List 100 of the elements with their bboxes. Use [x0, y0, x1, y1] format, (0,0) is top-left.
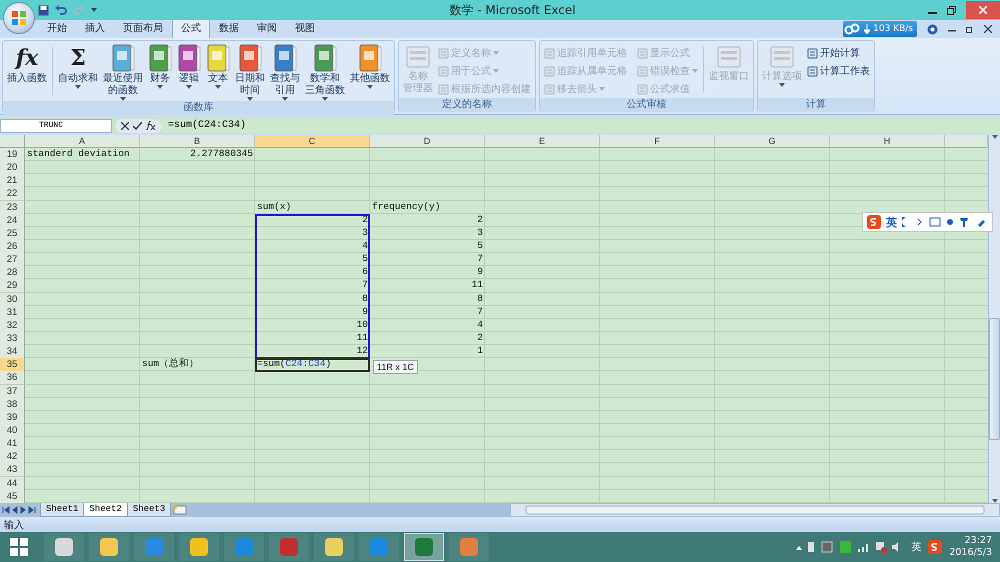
ribbon-button[interactable]: 最近使用 的函数	[101, 43, 145, 101]
sheet-tab[interactable]: Sheet1	[40, 503, 84, 517]
table-cell-text: 7	[476, 306, 484, 319]
caret-icon	[91, 8, 97, 12]
tool-icon	[438, 84, 449, 94]
app-icon	[144, 537, 164, 557]
row-header[interactable]: 22	[0, 187, 25, 202]
app-icon	[279, 537, 299, 557]
ribbon-tab[interactable]: 公式	[172, 18, 210, 38]
column-header[interactable]: C	[255, 135, 370, 148]
row-header[interactable]: 27	[0, 253, 25, 268]
row-header[interactable]: 20	[0, 161, 25, 176]
ribbon-button[interactable]: 日期和 时间	[233, 43, 267, 101]
row-header[interactable]: 36	[0, 371, 25, 386]
ribbon-button[interactable]: 其他函数	[348, 43, 392, 89]
column-header[interactable]: B	[140, 135, 255, 148]
restore-icon[interactable]	[947, 6, 956, 14]
row-header[interactable]: 21	[0, 174, 25, 188]
row-header[interactable]: 33	[0, 332, 25, 346]
ribbon-button[interactable]: 数学和 三角函数	[303, 43, 347, 101]
taskbar-app[interactable]	[404, 533, 444, 561]
save-icon[interactable]	[38, 4, 49, 16]
row-header[interactable]: 28	[0, 266, 25, 280]
cloud-icon	[843, 21, 862, 37]
check-icon[interactable]	[133, 122, 142, 130]
ribbon-tab[interactable]: 页面布局	[114, 18, 172, 38]
row-header[interactable]: 26	[0, 240, 25, 254]
taskbar-app[interactable]	[179, 533, 219, 561]
sheet-tab[interactable]: Sheet3	[126, 503, 172, 517]
vertical-scrollbar[interactable]	[988, 135, 1000, 503]
ribbon-tab[interactable]: 审阅	[248, 18, 286, 38]
cancel-icon[interactable]	[121, 122, 129, 130]
ribbon-button[interactable]: 文本	[204, 43, 232, 89]
ribbon-button[interactable]: 财务	[146, 43, 174, 89]
column-header[interactable]: E	[485, 135, 600, 148]
column-header[interactable]: H	[830, 135, 945, 148]
insert-function-icon[interactable]	[146, 121, 156, 130]
row-header[interactable]: 24	[0, 214, 25, 228]
ribbon-tab[interactable]: 数据	[210, 18, 248, 38]
row-header[interactable]: 45	[0, 490, 25, 504]
taskbar-app[interactable]	[314, 533, 354, 561]
row-header[interactable]: 34	[0, 345, 25, 360]
group-label: 定义的名称	[399, 98, 535, 112]
close-button[interactable]	[966, 1, 1000, 19]
row-header[interactable]: 40	[0, 424, 25, 438]
sheet-tab[interactable]: Sheet2	[83, 503, 128, 517]
tool-icon	[807, 66, 818, 76]
input-method-icon[interactable]	[928, 540, 942, 554]
ribbon-button[interactable]: fx 插入函数	[5, 43, 49, 85]
close-icon[interactable]	[984, 25, 992, 33]
language-indicator[interactable]: 英	[886, 214, 897, 230]
formula-field[interactable]: =sum(C24:C34)	[162, 118, 1000, 132]
ribbon-button[interactable]: Σ 自动求和	[56, 43, 100, 89]
row-header[interactable]: 31	[0, 306, 25, 320]
restore-icon[interactable]	[966, 25, 974, 33]
status-mode: 输入	[4, 518, 24, 532]
tool-icon	[544, 48, 555, 58]
row-header[interactable]: 39	[0, 410, 25, 425]
horizontal-scrollbar[interactable]	[510, 503, 1000, 517]
office-button[interactable]	[3, 2, 35, 34]
row-header[interactable]: 30	[0, 292, 25, 307]
row-header[interactable]: 38	[0, 398, 25, 412]
ribbon-button[interactable]: 计算工作表	[805, 62, 872, 80]
name-box[interactable]: TRUNC	[0, 118, 112, 132]
row-header[interactable]: 32	[0, 318, 25, 333]
row-header[interactable]: 42	[0, 450, 25, 464]
table-cell: 2	[255, 214, 370, 228]
ribbon-tab[interactable]: 开始	[38, 18, 76, 38]
ribbon-tab[interactable]: 视图	[286, 18, 324, 38]
column-header[interactable]: F	[600, 135, 715, 148]
ribbon-tab[interactable]: 插入	[76, 18, 114, 38]
row-header[interactable]: 37	[0, 384, 25, 399]
ribbon-button[interactable]: 逻辑	[175, 43, 203, 89]
row-header[interactable]: 44	[0, 476, 25, 491]
taskbar-app[interactable]	[89, 533, 129, 561]
table-cell: 5	[255, 253, 370, 268]
input-method-icon[interactable]	[867, 215, 881, 229]
tool-icon	[438, 66, 449, 76]
row-header[interactable]: 41	[0, 437, 25, 452]
column-header[interactable]: G	[715, 135, 830, 148]
help-icon[interactable]	[927, 24, 938, 34]
table-cell-text: 1	[476, 345, 484, 358]
row-header[interactable]: 25	[0, 226, 25, 241]
column-header[interactable]: D	[370, 135, 485, 148]
row-header[interactable]: 19	[0, 148, 25, 162]
app-icon	[189, 537, 209, 557]
ribbon-button[interactable]: 查找与 引用	[268, 43, 302, 101]
select-all-corner[interactable]	[0, 135, 25, 148]
scroll-thumb-icon	[525, 505, 985, 515]
taskbar-app[interactable]	[44, 533, 84, 561]
column-header[interactable]: A	[25, 135, 140, 148]
row-header[interactable]: 35	[0, 358, 25, 372]
column-header[interactable]	[945, 135, 988, 148]
undo-icon[interactable]	[55, 4, 67, 16]
row-header[interactable]: 29	[0, 279, 25, 294]
row-header[interactable]: 23	[0, 200, 25, 215]
language-indicator[interactable]: 英	[911, 540, 922, 554]
clock[interactable]: 23:27 2016/5/3	[949, 535, 992, 559]
row-header[interactable]: 43	[0, 463, 25, 478]
ribbon-button[interactable]: 开始计算	[805, 44, 872, 62]
